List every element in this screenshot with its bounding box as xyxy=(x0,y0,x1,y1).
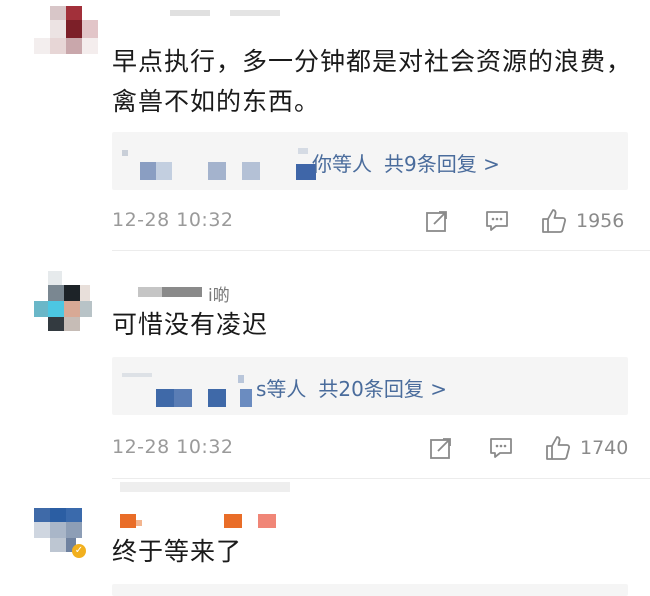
thumbs-up-icon xyxy=(546,436,571,460)
share-icon xyxy=(426,211,447,232)
comment-text: 可惜没有凌迟 xyxy=(112,310,269,339)
comment-icon xyxy=(486,211,508,231)
comment-3: ✓ 终于等来了 xyxy=(0,480,650,596)
comment-button[interactable] xyxy=(488,434,514,462)
username-fragment: ⅰ啲 xyxy=(208,286,230,306)
reply-count-link[interactable]: 共20条回复 > xyxy=(318,377,447,401)
timestamp: 12-28 10:32 xyxy=(112,209,234,231)
avatar[interactable] xyxy=(34,271,104,331)
blur-strip xyxy=(120,482,290,492)
share-button[interactable] xyxy=(428,434,454,462)
reply-preview-box[interactable] xyxy=(112,584,628,596)
thumbs-up-icon xyxy=(542,209,567,233)
username-blurred[interactable] xyxy=(170,10,350,18)
comment-1: 早点执行，多一分钟都是对社会资源的浪费，禽兽不如的东西。 你等人 共9条回复 > … xyxy=(0,0,650,250)
like-button[interactable]: 1740 xyxy=(544,434,628,462)
comment-button[interactable] xyxy=(484,207,510,235)
reply-summary[interactable]: s等人 共20条回复 > xyxy=(256,373,447,402)
comment-icon xyxy=(490,438,512,458)
username-blurred[interactable] xyxy=(120,512,290,530)
like-button[interactable]: 1956 xyxy=(540,207,624,235)
like-count: 1956 xyxy=(576,210,625,232)
reply-preview-box[interactable]: s等人 共20条回复 > xyxy=(112,357,628,415)
divider xyxy=(112,478,650,479)
reply-preview-box[interactable]: 你等人 共9条回复 > xyxy=(112,132,628,190)
share-icon xyxy=(430,438,451,459)
comment-meta: 12-28 10:32 1956 xyxy=(112,207,628,235)
reply-names[interactable]: s等人 xyxy=(256,377,306,401)
username-blurred[interactable]: ⅰ啲 xyxy=(138,283,278,306)
comment-text: 早点执行，多一分钟都是对社会资源的浪费，禽兽不如的东西。 xyxy=(112,47,633,116)
timestamp: 12-28 10:32 xyxy=(112,436,234,458)
like-count: 1740 xyxy=(580,437,629,459)
verified-badge-icon: ✓ xyxy=(72,544,86,558)
reply-count-link[interactable]: 共9条回复 > xyxy=(384,152,500,176)
reply-names[interactable]: 你等人 xyxy=(312,152,372,176)
avatar[interactable]: ✓ xyxy=(34,508,104,568)
comment-meta: 12-28 10:32 1740 xyxy=(112,434,628,462)
reply-summary[interactable]: 你等人 共9条回复 > xyxy=(312,148,500,177)
share-button[interactable] xyxy=(424,207,450,235)
comment-text: 终于等来了 xyxy=(112,537,243,566)
comment-2: ⅰ啲 可惜没有凌迟 s等人 共20条回复 > 12-28 10:32 1740 xyxy=(0,251,650,481)
avatar[interactable] xyxy=(34,6,104,66)
